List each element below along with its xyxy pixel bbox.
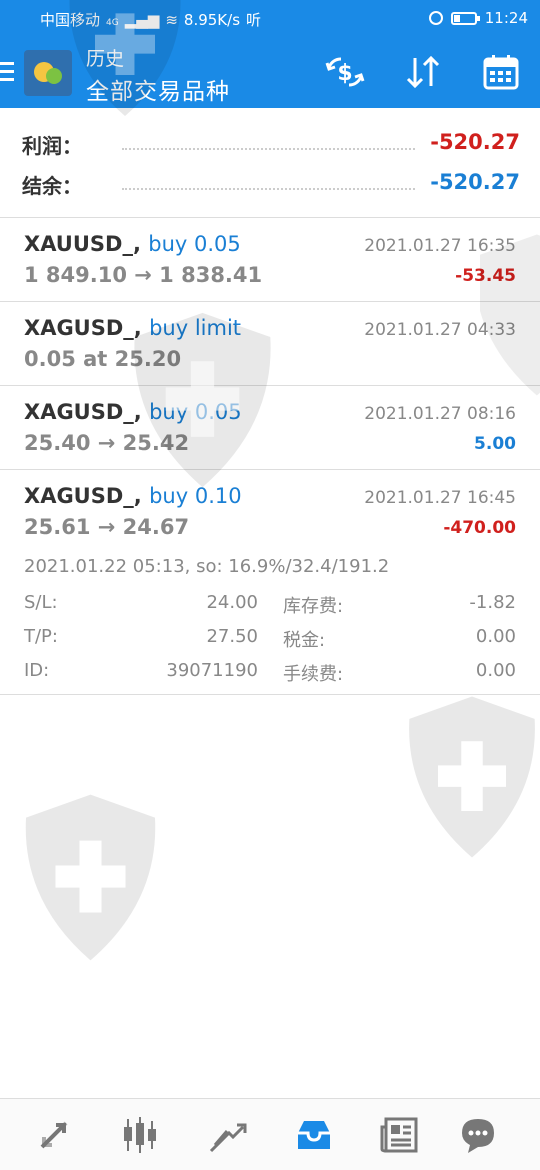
sl-label: S/L: — [24, 592, 58, 613]
deal-type: buy limit — [149, 316, 242, 340]
calendar-icon[interactable] — [478, 52, 524, 92]
id-label: ID: — [24, 660, 50, 681]
deal-symbol-line: XAUUSD_, buy 0.05 — [24, 232, 241, 256]
tp-value: 27.50 — [206, 626, 258, 647]
deal-profit: 5.00 — [474, 434, 516, 454]
sl-value: 24.00 — [206, 592, 258, 613]
chart-icon[interactable] — [118, 1113, 162, 1157]
tax-value: 0.00 — [475, 626, 516, 647]
swap-label: 库存费: — [283, 596, 344, 617]
profit-label: 利润： — [22, 134, 82, 158]
deal-symbol-line: XAGUSD_, buy limit — [24, 316, 241, 340]
profit-row: 利润： -520.27 — [22, 130, 520, 160]
list-item[interactable]: XAGUSD_, buy 0.05 2021.01.27 08:16 25.40… — [0, 386, 540, 470]
deal-time: 2021.01.27 16:35 — [364, 236, 516, 256]
history-icon[interactable] — [292, 1113, 336, 1157]
speed-label: 8.95K/s — [183, 11, 241, 29]
currency-exchange-icon[interactable]: $ — [322, 52, 368, 92]
deal-profit: -470.00 — [443, 518, 516, 538]
svg-text:$: $ — [337, 61, 352, 86]
trade-icon[interactable] — [205, 1113, 249, 1157]
sort-icon[interactable] — [400, 52, 446, 92]
alarm-icon — [428, 11, 443, 25]
deal-prices: 1 849.10 → 1 838.41 — [24, 263, 263, 287]
profit-value: -520.27 — [430, 130, 520, 154]
news-icon[interactable] — [378, 1113, 422, 1157]
deal-type: buy 0.05 — [148, 232, 241, 256]
deal-symbol: XAGUSD_, — [24, 400, 142, 424]
deal-symbol-line: XAGUSD_, buy 0.05 — [24, 400, 242, 424]
deal-prices: 0.05 at 25.20 — [24, 347, 182, 371]
deal-symbol: XAUUSD_, — [24, 232, 141, 256]
signal-icon: ▂▄▆ — [124, 11, 160, 29]
deal-time: 2021.01.27 08:16 — [364, 404, 516, 424]
deal-time: 2021.01.27 04:33 — [364, 320, 516, 340]
deal-type: buy 0.10 — [149, 484, 242, 508]
deal-type: buy 0.05 — [149, 400, 242, 424]
battery-icon — [450, 11, 480, 25]
app-header: 中国移动 4G ▂▄▆ ≋ 8.95K/s 听 11:24 历史 全部交易品种 $ — [0, 0, 540, 108]
balance-row: 结余： -520.27 — [22, 170, 520, 200]
deal-prices: 25.61 → 24.67 — [24, 515, 190, 539]
balance-value: -520.27 — [430, 170, 520, 194]
deal-time: 2021.01.27 16:45 — [364, 488, 516, 508]
watermark-shield-icon — [25, 794, 156, 961]
summary-panel: 利润： -520.27 结余： -520.27 — [0, 108, 540, 218]
balance-label: 结余： — [22, 174, 82, 198]
list-item[interactable]: XAUUSD_, buy 0.05 2021.01.27 16:35 1 849… — [0, 218, 540, 302]
open-info: 2021.01.22 05:13, so: 16.9%/32.4/191.2 — [24, 556, 390, 577]
wifi-icon: ≋ — [165, 11, 178, 29]
app-logo[interactable] — [24, 50, 72, 96]
bottom-navigation — [0, 1098, 540, 1170]
id-value: 39071190 — [166, 660, 258, 681]
status-extra: 听 — [246, 11, 262, 29]
watermark-shield-icon — [409, 696, 535, 858]
page-title: 历史 — [86, 48, 125, 70]
status-bar: 中国移动 4G ▂▄▆ ≋ 8.95K/s 听 11:24 — [0, 0, 540, 36]
tax-label: 税金: — [283, 630, 326, 651]
network-label: 4G — [106, 18, 119, 28]
swap-value: -1.82 — [469, 592, 516, 613]
list-item[interactable]: XAGUSD_, buy limit 2021.01.27 04:33 0.05… — [0, 302, 540, 386]
tp-label: T/P: — [24, 626, 58, 647]
status-left: 中国移动 4G ▂▄▆ ≋ 8.95K/s 听 — [40, 9, 267, 30]
commission-label: 手续费: — [283, 664, 344, 685]
quotes-icon[interactable] — [32, 1113, 76, 1157]
deal-prices: 25.40 → 25.42 — [24, 431, 190, 455]
messages-icon[interactable] — [456, 1113, 500, 1157]
dotted-leader — [122, 148, 415, 150]
symbol-filter[interactable]: 全部交易品种 — [86, 72, 230, 106]
deal-symbol-line: XAGUSD_, buy 0.10 — [24, 484, 242, 508]
status-right: 11:24 — [428, 9, 528, 27]
carrier-label: 中国移动 — [40, 11, 101, 29]
list-item-expanded[interactable]: XAGUSD_, buy 0.10 2021.01.27 16:45 25.61… — [0, 470, 540, 695]
commission-value: 0.00 — [475, 660, 516, 681]
clock: 11:24 — [484, 9, 528, 27]
deal-profit: -53.45 — [455, 266, 516, 286]
deal-symbol: XAGUSD_, — [24, 316, 142, 340]
deal-symbol: XAGUSD_, — [24, 484, 142, 508]
menu-icon[interactable] — [0, 62, 16, 82]
dotted-leader — [122, 188, 415, 190]
